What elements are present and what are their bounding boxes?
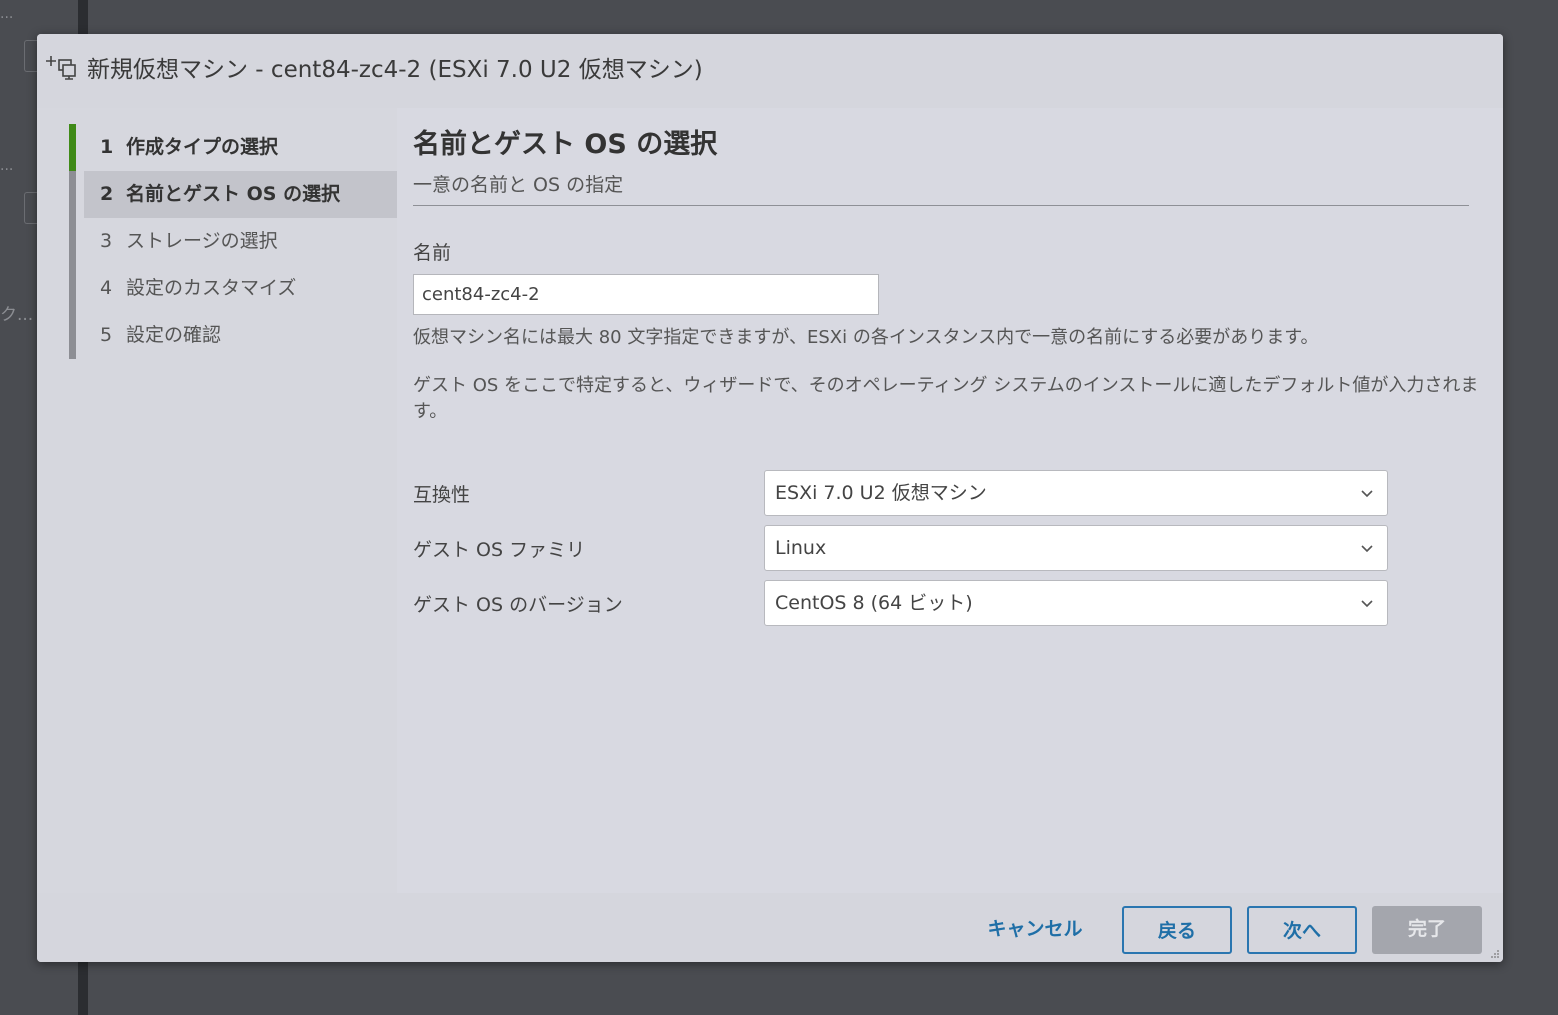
page-title: 名前とゲスト OS の選択 <box>413 129 718 160</box>
dialog-footer: キャンセル 戻る 次へ 完了 <box>37 893 1503 962</box>
wizard-step-1[interactable]: 1 作成タイプの選択 <box>69 124 397 171</box>
chevron-down-icon <box>1361 600 1373 608</box>
chevron-down-icon <box>1361 490 1373 498</box>
step-label: 作成タイプの選択 <box>126 136 279 158</box>
guest-os-version-value: CentOS 8 (64 ビット) <box>775 592 973 614</box>
wizard-step-4[interactable]: 4 設定のカスタマイズ <box>69 265 397 312</box>
step-number: 5 <box>100 324 113 346</box>
step-label: ストレージの選択 <box>126 230 278 252</box>
dialog-title: 新規仮想マシン - cent84-zc4-2 (ESXi 7.0 U2 仮想マシ… <box>87 57 703 83</box>
compatibility-label: 互換性 <box>413 484 471 506</box>
vm-name-help-text: 仮想マシン名には最大 80 文字指定できますが、ESXi の各インスタンス内で一… <box>413 327 1319 348</box>
compatibility-value: ESXi 7.0 U2 仮想マシン <box>775 482 987 504</box>
guest-os-family-value: Linux <box>775 537 827 559</box>
step-number: 4 <box>100 277 113 299</box>
guest-os-version-select[interactable]: CentOS 8 (64 ビット) <box>764 580 1388 626</box>
guest-os-family-select[interactable]: Linux <box>764 525 1388 571</box>
wizard-content: 名前とゲスト OS の選択 一意の名前と OS の指定 名前 仮想マシン名には最… <box>397 108 1503 893</box>
wizard-step-3[interactable]: 3 ストレージの選択 <box>69 218 397 265</box>
step-number: 1 <box>100 136 114 158</box>
compatibility-select[interactable]: ESXi 7.0 U2 仮想マシン <box>764 470 1388 516</box>
cancel-button[interactable]: キャンセル <box>975 906 1095 954</box>
step-label: 名前とゲスト OS の選択 <box>126 183 341 205</box>
new-vm-wizard-dialog: 新規仮想マシン - cent84-zc4-2 (ESXi 7.0 U2 仮想マシ… <box>37 34 1503 962</box>
resize-grip-icon[interactable] <box>1490 949 1500 959</box>
guest-os-version-label: ゲスト OS のバージョン <box>413 594 623 616</box>
finish-button[interactable]: 完了 <box>1372 906 1482 954</box>
wizard-step-5[interactable]: 5 設定の確認 <box>69 312 397 359</box>
wizard-steps: 1 作成タイプの選択 2 名前とゲスト OS の選択 3 ストレージの選択 4 設定のカ… <box>69 124 397 359</box>
new-vm-icon <box>46 56 76 80</box>
vm-name-input[interactable] <box>413 274 879 315</box>
chevron-down-icon <box>1361 545 1373 553</box>
back-button[interactable]: 戻る <box>1122 906 1232 954</box>
step-number: 2 <box>100 183 114 205</box>
next-button[interactable]: 次へ <box>1247 906 1357 954</box>
guest-os-help-text: ゲスト OS をここで特定すると、ウィザードで、そのオペレーティング システムの… <box>413 375 1479 422</box>
background-text-fragment: ... <box>0 6 14 22</box>
wizard-step-2[interactable]: 2 名前とゲスト OS の選択 <box>69 171 397 218</box>
background-text-fragment: ク... <box>0 305 34 325</box>
background-text-fragment: ... <box>0 158 14 174</box>
header-divider <box>413 205 1469 206</box>
step-label: 設定のカスタマイズ <box>126 277 297 299</box>
step-label: 設定の確認 <box>126 324 222 346</box>
dialog-header: 新規仮想マシン - cent84-zc4-2 (ESXi 7.0 U2 仮想マシ… <box>37 34 1503 108</box>
guest-os-family-label: ゲスト OS ファミリ <box>413 539 586 561</box>
vm-name-label: 名前 <box>413 242 452 264</box>
step-number: 3 <box>100 230 113 252</box>
wizard-steps-sidebar: 1 作成タイプの選択 2 名前とゲスト OS の選択 3 ストレージの選択 4 設定のカ… <box>37 108 397 893</box>
page-subtitle: 一意の名前と OS の指定 <box>413 174 624 196</box>
